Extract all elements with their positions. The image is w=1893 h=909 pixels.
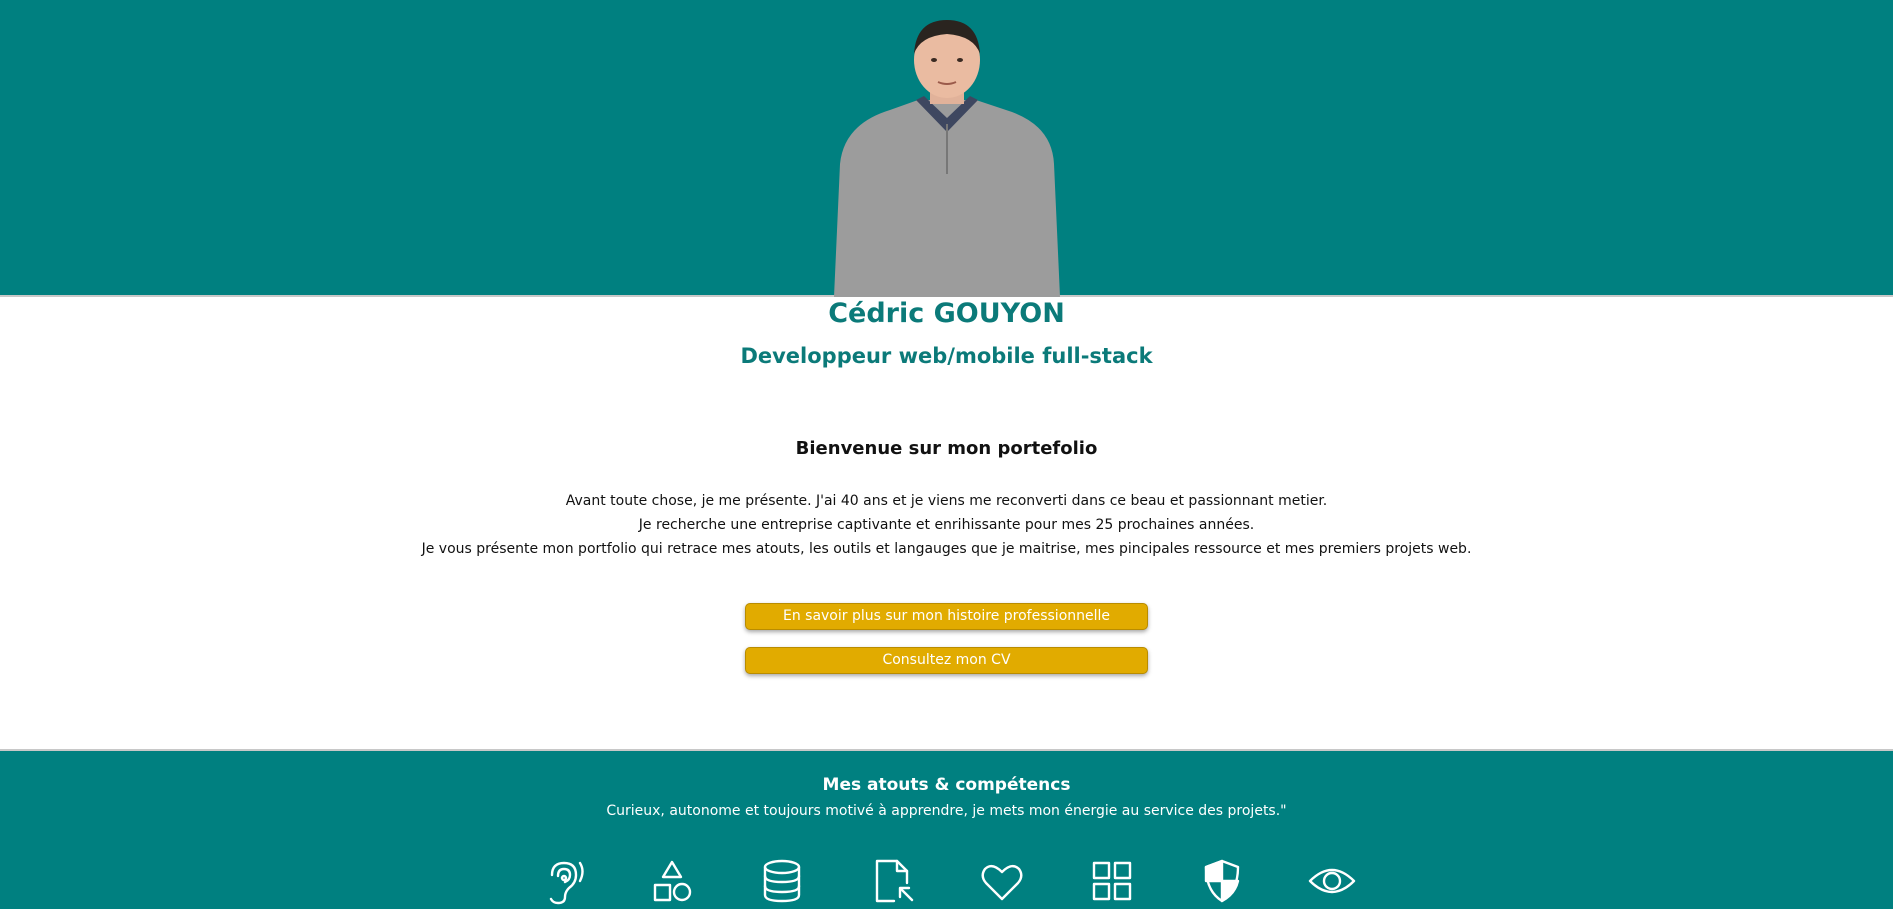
hero-banner bbox=[0, 0, 1893, 297]
intro-line: Avant toute chose, je me présente. J'ai … bbox=[565, 493, 1328, 509]
welcome-heading: Bienvenue sur mon portefolio bbox=[795, 438, 1098, 459]
skills-title: Mes atouts & compétencs bbox=[822, 775, 1071, 795]
profile-role: Developpeur web/mobile full-stack bbox=[740, 344, 1153, 368]
history-button[interactable]: En savoir plus sur mon histoire professi… bbox=[745, 603, 1148, 630]
intro-line: Je vous présente mon portfolio qui retra… bbox=[421, 541, 1472, 557]
ear-icon bbox=[538, 857, 586, 905]
eye-icon bbox=[1308, 857, 1356, 905]
shield-icon bbox=[1198, 857, 1246, 905]
grid-icon bbox=[1088, 857, 1136, 905]
intro-text: Avant toute chose, je me présente. J'ai … bbox=[0, 489, 1893, 561]
profile-photo bbox=[834, 20, 1060, 297]
file-cursor-icon bbox=[868, 857, 916, 905]
heart-icon bbox=[978, 857, 1026, 905]
cv-button[interactable]: Consultez mon CV bbox=[745, 647, 1148, 674]
skills-subtitle: Curieux, autonome et toujours motivé à a… bbox=[606, 803, 1287, 819]
skills-icons bbox=[0, 857, 1893, 907]
intro-line: Je recherche une entreprise captivante e… bbox=[638, 517, 1255, 533]
skills-section: Mes atouts & compétencs Curieux, autonom… bbox=[0, 749, 1893, 909]
profile-name: Cédric GOUYON bbox=[828, 298, 1065, 329]
shapes-icon bbox=[648, 857, 696, 905]
database-icon bbox=[758, 857, 806, 905]
